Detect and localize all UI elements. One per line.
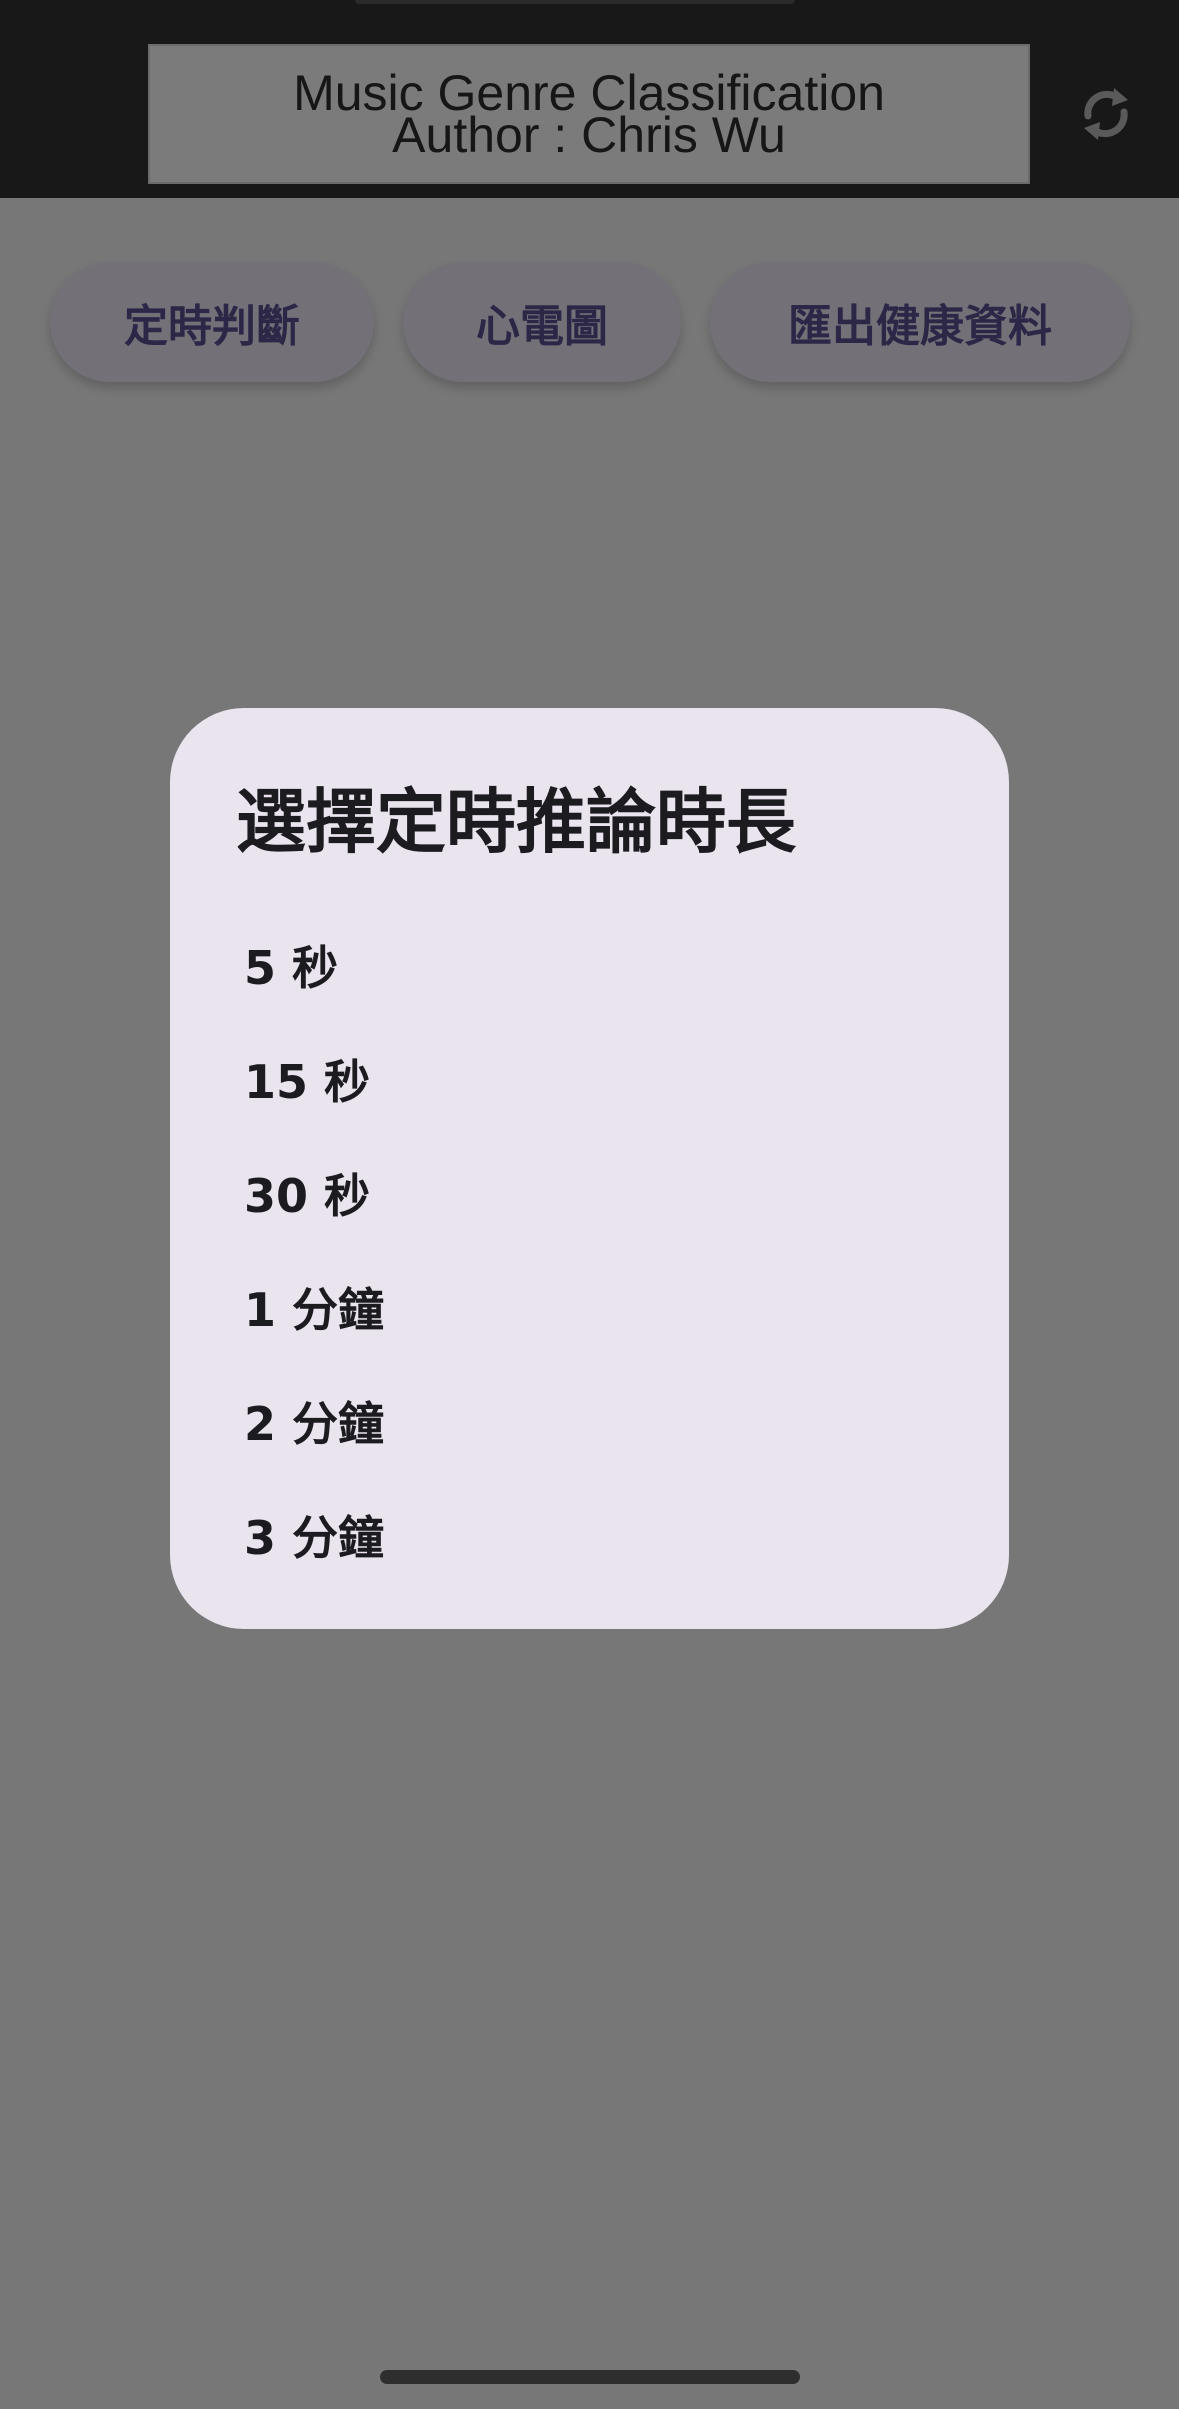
dialog-title: 選擇定時推論時長 <box>236 781 796 863</box>
refresh-icon <box>1084 88 1128 140</box>
option-3-minutes[interactable]: 3 分鐘 <box>236 1478 1009 1592</box>
option-2-minutes[interactable]: 2 分鐘 <box>236 1364 1009 1478</box>
duration-option-list: 5 秒 15 秒 30 秒 1 分鐘 2 分鐘 3 分鐘 <box>236 908 1009 1592</box>
duration-dialog: 選擇定時推論時長 5 秒 15 秒 30 秒 1 分鐘 2 分鐘 3 分鐘 <box>170 708 1009 1629</box>
option-1-minute[interactable]: 1 分鐘 <box>236 1250 1009 1364</box>
header-author: Author : Chris Wu <box>392 107 786 163</box>
tab-export-health-data[interactable]: 匯出健康資料 <box>710 262 1130 382</box>
status-strip <box>355 0 795 4</box>
option-5-seconds[interactable]: 5 秒 <box>236 908 1009 1022</box>
app-screen: Music Genre Classification Author : Chri… <box>0 0 1179 2409</box>
refresh-button[interactable] <box>1076 78 1136 150</box>
option-15-seconds[interactable]: 15 秒 <box>236 1022 1009 1136</box>
tab-timed-judgement[interactable]: 定時判斷 <box>50 262 374 382</box>
option-30-seconds[interactable]: 30 秒 <box>236 1136 1009 1250</box>
app-bar: Music Genre Classification Author : Chri… <box>0 0 1179 198</box>
home-indicator[interactable] <box>380 2370 800 2384</box>
header-title-box: Music Genre Classification Author : Chri… <box>148 44 1030 184</box>
tab-ecg[interactable]: 心電圖 <box>403 262 681 382</box>
